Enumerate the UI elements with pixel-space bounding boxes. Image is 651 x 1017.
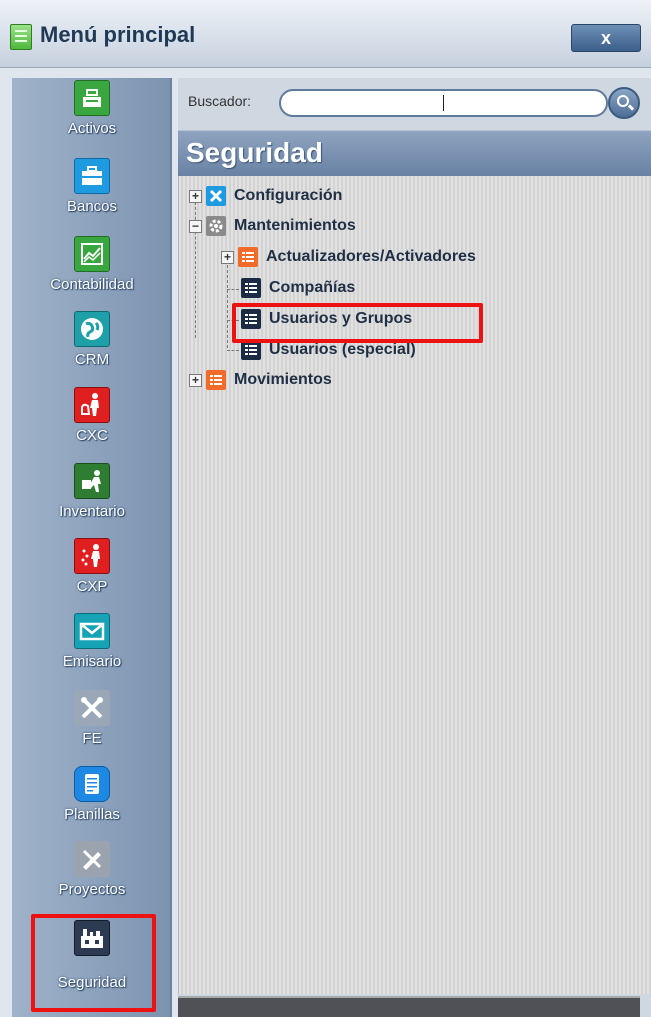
sidebar-item-label: Bancos bbox=[66, 198, 118, 215]
sidebar-item-cxp[interactable]: CXP bbox=[12, 538, 172, 614]
sidebar-item-inventario[interactable]: Inventario bbox=[12, 463, 172, 539]
sidebar-item-bancos[interactable]: Bancos bbox=[12, 158, 172, 234]
sidebar-item-label: CRM bbox=[74, 351, 110, 368]
sidebar-item-contabilidad[interactable]: Contabilidad bbox=[12, 236, 172, 312]
section-title: Seguridad bbox=[186, 137, 323, 168]
tree-node-label: Configuración bbox=[234, 187, 343, 204]
sidebar-item-label: Planillas bbox=[64, 806, 120, 823]
cash-register-icon bbox=[74, 80, 110, 116]
tree-connector bbox=[227, 289, 239, 290]
tree-connector bbox=[227, 260, 228, 348]
sidebar-item-label: Contabilidad bbox=[50, 276, 134, 293]
sidebar-item-cxc[interactable]: CXC bbox=[12, 387, 172, 463]
sidebar-item-label: Activos bbox=[67, 120, 117, 137]
menu-tree: + Configuración − Mantenimientos + Actua… bbox=[178, 176, 651, 994]
tree-node-label: Mantenimientos bbox=[234, 217, 356, 234]
tree-connector bbox=[227, 350, 239, 351]
person-coins-icon bbox=[74, 538, 110, 574]
tools-icon bbox=[74, 690, 110, 726]
gear-icon bbox=[206, 216, 226, 236]
text-caret bbox=[443, 95, 444, 111]
expand-toggle[interactable]: + bbox=[221, 250, 234, 264]
tree-node-label: Usuarios (especial) bbox=[269, 341, 416, 358]
section-header: Seguridad bbox=[178, 130, 651, 176]
search-label: Buscador: bbox=[188, 93, 252, 109]
collapse-toggle[interactable]: − bbox=[189, 219, 202, 233]
ruler-pencil-icon bbox=[74, 841, 110, 877]
list-icon bbox=[241, 340, 261, 360]
search-button[interactable] bbox=[608, 87, 640, 119]
sidebar-item-label: Emisario bbox=[62, 653, 122, 670]
sidebar-item-planillas[interactable]: Planillas bbox=[12, 766, 172, 842]
menu-app-icon bbox=[10, 24, 32, 50]
seguridad-highlight-box bbox=[31, 914, 156, 1012]
list-icon bbox=[241, 278, 261, 298]
tree-node-movimientos[interactable]: + Movimientos bbox=[189, 368, 332, 392]
main-panel: Buscador: Seguridad + Configuración − Ma… bbox=[178, 78, 651, 1017]
horizontal-scrollbar[interactable] bbox=[178, 996, 640, 1017]
tree-node-label: Movimientos bbox=[234, 371, 332, 388]
sidebar-item-label: CXP bbox=[76, 578, 108, 595]
tree-node-configuracion[interactable]: + Configuración bbox=[189, 184, 342, 208]
title-bar: Menú principal x bbox=[0, 0, 651, 68]
sidebar-item-fe[interactable]: FE bbox=[12, 690, 172, 766]
usuarios-grupos-highlight-box bbox=[232, 303, 483, 343]
sidebar-item-activos[interactable]: Activos bbox=[12, 80, 172, 156]
envelope-icon bbox=[74, 613, 110, 649]
sidebar-item-proyectos[interactable]: Proyectos bbox=[12, 841, 172, 917]
expand-toggle[interactable]: + bbox=[189, 189, 202, 203]
list-icon bbox=[238, 247, 258, 267]
sidebar-item-label: Inventario bbox=[59, 503, 125, 520]
window-title: Menú principal bbox=[40, 22, 196, 47]
chart-icon bbox=[74, 236, 110, 272]
tree-node-companias[interactable]: Compañías bbox=[241, 276, 355, 300]
globe-icon bbox=[74, 311, 110, 347]
list-icon bbox=[206, 370, 226, 390]
person-money-icon bbox=[74, 387, 110, 423]
tools-icon bbox=[206, 186, 226, 206]
expand-toggle[interactable]: + bbox=[189, 373, 202, 387]
sidebar-item-label: FE bbox=[82, 730, 102, 747]
briefcase-icon bbox=[74, 158, 110, 194]
sidebar-item-label: Proyectos bbox=[58, 881, 126, 898]
tree-node-label: Compañías bbox=[269, 279, 356, 296]
module-sidebar: Activos Bancos Contabilidad CRM CXC Inve… bbox=[12, 78, 172, 1017]
document-icon bbox=[74, 766, 110, 802]
sidebar-item-label: CXC bbox=[76, 427, 108, 444]
sidebar-item-emisario[interactable]: Emisario bbox=[12, 613, 172, 689]
search-input[interactable] bbox=[279, 89, 608, 117]
person-box-icon bbox=[74, 463, 110, 499]
tree-node-actualizadores[interactable]: + Actualizadores/Activadores bbox=[221, 245, 476, 269]
close-button[interactable]: x bbox=[571, 24, 641, 52]
tree-node-mantenimientos[interactable]: − Mantenimientos bbox=[189, 214, 356, 238]
tree-node-label: Actualizadores/Activadores bbox=[266, 248, 476, 265]
sidebar-item-crm[interactable]: CRM bbox=[12, 311, 172, 387]
